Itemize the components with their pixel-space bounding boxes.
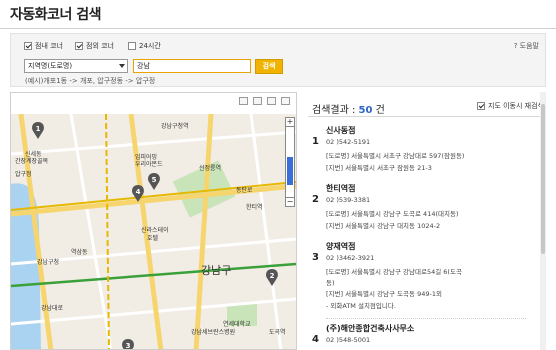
result-lot-address: [지번] 서울특별시 강남구 도곡동 949-1외 <box>326 290 442 298</box>
map-label: 간장계장골목 <box>15 157 49 165</box>
region-select-value: 지역명(도로명) <box>28 62 73 70</box>
map-label: 한티역 <box>246 203 263 211</box>
results-divider <box>308 116 542 117</box>
map-toolbar <box>239 97 290 105</box>
list-item[interactable]: 1 신사동점 02 )542-5191 [도로명] 서울특별시 서초구 강남대로… <box>312 125 532 175</box>
map-label: 동탄로 <box>236 186 253 194</box>
map-label: 신세동 <box>25 150 42 158</box>
map-label: 호텔 <box>147 234 159 242</box>
zoom-slider[interactable] <box>285 127 295 197</box>
results-head-label: 검색결과 : <box>312 105 359 116</box>
map-label: 선정릉역 <box>199 164 221 172</box>
region-select[interactable]: 지역명(도로명) <box>24 59 128 73</box>
map-label: 우리아몬드 <box>135 160 163 168</box>
checkbox-outside-corner-label: 점외 코너 <box>86 42 114 50</box>
svg-text:1: 1 <box>36 125 41 133</box>
result-number: 4 <box>312 334 319 345</box>
title-divider <box>0 28 556 29</box>
result-number: 2 <box>312 194 319 205</box>
map-move-research-toggle[interactable]: 지도 이동시 재검색 <box>477 101 544 111</box>
result-phone: 02 )3462-3921 <box>326 254 375 262</box>
map-label: 강남대로 <box>41 304 64 312</box>
map-label: 역삼동 <box>71 248 88 256</box>
map-move-label: 지도 이동시 재검색 <box>488 102 544 110</box>
result-lot-address: [지번] 서울특별시 강남구 대치동 1024-2 <box>326 222 441 230</box>
results-scrollbar[interactable] <box>540 92 546 350</box>
map-canvas[interactable]: 강남구청역 신세동 간장계장골목 압구정 임피어밍 우리아몬드 선정릉역 동탄로… <box>11 114 296 350</box>
result-note: - 외화ATM 설치점입니다. <box>326 302 396 310</box>
map-label: 강남구청역 <box>161 122 189 130</box>
result-road-address: [도로명] 서울특별시 강남구 도곡로 414(대치동) <box>326 210 459 218</box>
help-link[interactable]: ? 도움말 <box>514 41 539 51</box>
checkbox-24h-box[interactable] <box>128 42 136 50</box>
results-count: 50 <box>358 105 373 116</box>
map-marker-3[interactable]: 3 <box>122 339 134 350</box>
svg-text:4: 4 <box>136 188 141 196</box>
result-lot-address: [지번] 서울특별시 서초구 잠원동 21-3 <box>326 164 432 172</box>
filter-panel: 점내 코너 점외 코너 24시간 ? 도움말 지역명(도로명) 강남 검색 (예… <box>10 33 546 87</box>
map-label: 강남구 <box>201 264 231 277</box>
svg-text:3: 3 <box>126 342 131 350</box>
zoom-in-button[interactable]: + <box>285 117 295 127</box>
result-name[interactable]: (주)해안종합건축사사무소 <box>326 323 414 334</box>
result-number: 1 <box>312 136 319 147</box>
chevron-down-icon <box>119 64 125 68</box>
map-label: 압구정 <box>15 170 32 178</box>
search-input[interactable]: 강남 <box>133 59 251 73</box>
results-separator <box>326 318 526 319</box>
list-item[interactable]: 3 양재역점 02 )3462-3921 [도로명] 서울특별시 강남구 강남대… <box>312 241 532 313</box>
checkbox-inside-corner-box[interactable] <box>24 42 32 50</box>
checkbox-outside-corner[interactable]: 점외 코너 <box>75 41 114 51</box>
checkbox-24h[interactable]: 24시간 <box>128 41 161 51</box>
checkbox-inside-corner[interactable]: 점내 코너 <box>24 41 63 51</box>
checkbox-inside-corner-label: 점내 코너 <box>35 42 63 50</box>
results-panel: 검색결과 : 50 건 지도 이동시 재검색 1 신사동점 02 )542-51… <box>300 92 546 350</box>
map-panel: 강남구청역 신세동 간장계장골목 압구정 임피어밍 우리아몬드 선정릉역 동탄로… <box>10 92 297 350</box>
result-phone: 02 )548-5001 <box>326 336 371 344</box>
page-title: 자동화코너 검색 <box>10 7 102 23</box>
map-label: 도곡역 <box>269 328 286 336</box>
map-zoom-control[interactable]: + − <box>285 117 295 213</box>
search-example-text: (예시)개포1동 -> 개포, 압구정동 -> 압구정 <box>25 77 156 85</box>
result-name[interactable]: 양재역점 <box>326 241 355 252</box>
search-button[interactable]: 검색 <box>255 59 283 74</box>
checkbox-24h-label: 24시간 <box>139 42 161 50</box>
checkbox-outside-corner-box[interactable] <box>75 42 83 50</box>
results-unit: 건 <box>372 105 385 116</box>
result-number: 3 <box>312 252 319 263</box>
result-road-address: [도로명] 서울특별시 서초구 강남대로 597(잠원동) <box>326 152 465 160</box>
svg-text:2: 2 <box>270 272 275 280</box>
result-road-address-cont: 동) <box>326 279 335 287</box>
svg-text:5: 5 <box>152 176 157 184</box>
map-tool-save-icon[interactable] <box>253 97 262 105</box>
map-label: 신라스테이 <box>141 226 169 234</box>
map-tool-measure-icon[interactable] <box>267 97 276 105</box>
map-label: 임피어밍 <box>135 153 157 161</box>
result-name[interactable]: 한티역점 <box>326 183 355 194</box>
results-header: 검색결과 : 50 건 <box>312 101 385 116</box>
result-phone: 02 )542-5191 <box>326 138 371 146</box>
map-move-checkbox[interactable] <box>477 102 486 110</box>
result-name[interactable]: 신사동점 <box>326 125 355 136</box>
list-item[interactable]: 2 한티역점 02 )539-3381 [도로명] 서울특별시 강남구 도곡로 … <box>312 183 532 233</box>
result-phone: 02 )539-3381 <box>326 196 371 204</box>
map-label: 강남세브란스병원 <box>191 328 235 336</box>
map-label: 연세대학교 <box>223 320 251 328</box>
results-scrollbar-thumb[interactable] <box>541 104 545 254</box>
map-tool-fullscreen-icon[interactable] <box>281 97 290 105</box>
map-tool-print-icon[interactable] <box>239 97 248 105</box>
list-item[interactable]: 4 (주)해안종합건축사사무소 02 )548-5001 <box>312 323 532 350</box>
map-label: 강남구청 <box>37 258 59 266</box>
result-road-address: [도로명] 서울특별시 강남구 강남대로54길 6(도곡 <box>326 268 462 276</box>
zoom-slider-fill <box>287 157 293 185</box>
zoom-out-button[interactable]: − <box>285 197 295 207</box>
